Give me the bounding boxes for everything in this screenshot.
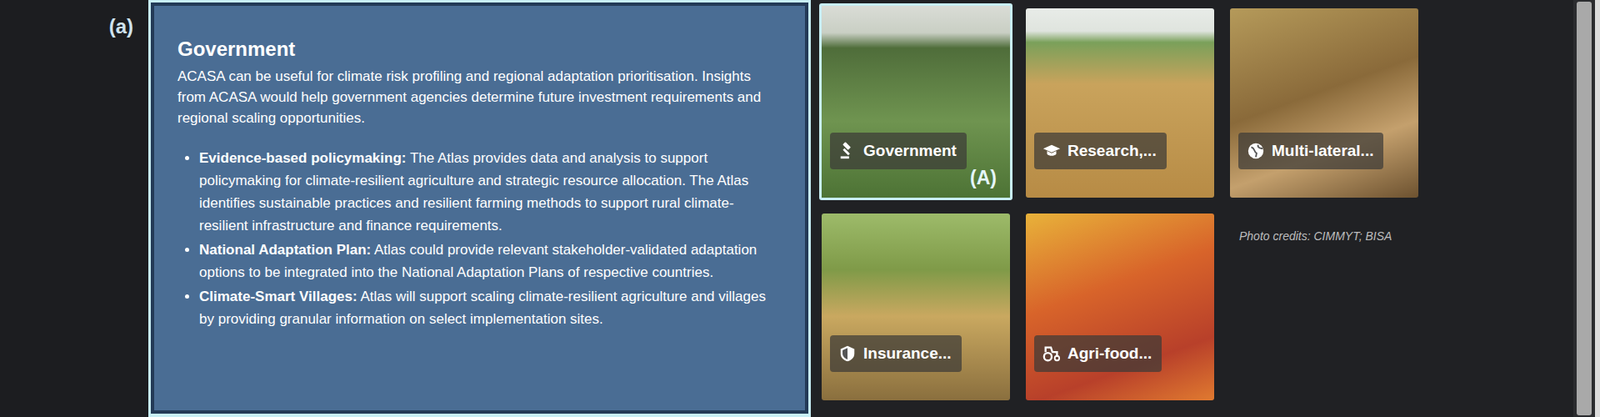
scrollbar[interactable] (1573, 0, 1595, 417)
card-label-text: Multi-lateral... (1271, 141, 1374, 160)
info-panel-body: Government ACASA can be useful for clima… (150, 2, 809, 414)
bullet-item: National Adaptation Plan: Atlas could pr… (199, 238, 777, 284)
stakeholder-card[interactable]: Agri-food... (1025, 213, 1215, 400)
card-grid: Government (A) Research,... Multi-latera… (819, 3, 1574, 403)
bullet-lead: Evidence-based policymaking: (199, 150, 406, 166)
gavel-icon (838, 141, 857, 160)
cards-area: Government (A) Research,... Multi-latera… (810, 0, 1574, 417)
info-panel: Government ACASA can be useful for clima… (148, 0, 811, 417)
bullet-item: Climate-Smart Villages: Atlas will suppo… (199, 285, 777, 330)
card-label: Insurance... (830, 335, 962, 372)
card-label: Government (830, 132, 967, 170)
photo-credits: Photo credits: CIMMYT; BISA (1239, 229, 1392, 243)
figure-label: (a) (109, 15, 134, 417)
bullet-lead: Climate-Smart Villages: (199, 288, 358, 305)
tractor-icon (1042, 344, 1061, 363)
card-label-text: Agri-food... (1067, 344, 1152, 363)
card-label: Research,... (1034, 132, 1167, 170)
graduation-cap-icon (1042, 141, 1061, 160)
globe-icon (1246, 141, 1265, 160)
card-label-text: Insurance... (863, 344, 952, 363)
card-label-text: Research,... (1067, 141, 1157, 160)
card-marker: (A) (970, 166, 997, 190)
bullet-list: Evidence-based policymaking: The Atlas p… (177, 146, 777, 330)
card-label: Agri-food... (1034, 335, 1162, 372)
panel-title: Government (177, 37, 777, 61)
figure-label-column: (a) (0, 0, 149, 417)
page: (a) Government ACASA can be useful for c… (0, 0, 1600, 417)
shield-icon (838, 344, 857, 363)
stakeholder-card[interactable]: Multi-lateral... (1230, 8, 1419, 198)
scrollbar-thumb[interactable] (1576, 1, 1592, 415)
stakeholder-card[interactable]: Insurance... (821, 213, 1010, 400)
bullet-item: Evidence-based policymaking: The Atlas p… (199, 146, 777, 237)
stakeholder-card[interactable]: Government (A) (819, 3, 1013, 200)
credits-cell: Photo credits: CIMMYT; BISA (1227, 208, 1421, 403)
card-label: Multi-lateral... (1238, 132, 1384, 170)
window-edge (1595, 0, 1600, 417)
panel-intro: ACASA can be useful for climate risk pro… (177, 65, 777, 129)
card-label-text: Government (863, 141, 957, 160)
bullet-lead: National Adaptation Plan: (199, 241, 371, 258)
stakeholder-card[interactable]: Research,... (1025, 8, 1215, 198)
